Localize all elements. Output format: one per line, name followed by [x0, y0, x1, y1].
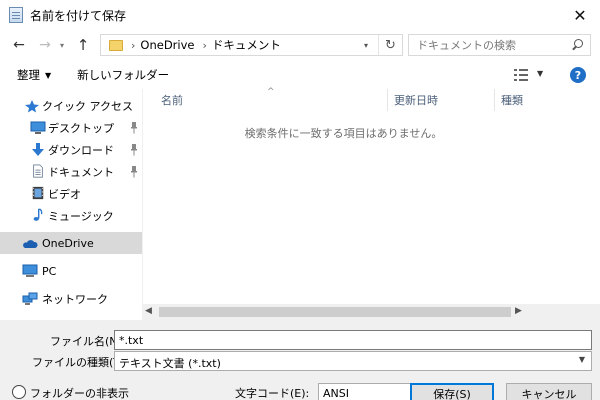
- breadcrumb-separator-icon[interactable]: ›: [131, 39, 135, 52]
- column-header-type[interactable]: 種類: [501, 89, 523, 111]
- sort-ascending-icon: ^: [267, 87, 275, 97]
- filetype-select[interactable]: テキスト文書 (*.txt) ▼: [114, 351, 592, 371]
- scrollbar-thumb[interactable]: [159, 307, 511, 317]
- column-header-modified[interactable]: 更新日時: [394, 89, 438, 111]
- title-bar: 名前を付けて保存 ✕: [0, 0, 600, 30]
- breadcrumb-onedrive[interactable]: OneDrive: [140, 38, 194, 52]
- up-icon[interactable]: ↑: [72, 34, 94, 56]
- organize-button[interactable]: 整理 ▼: [17, 67, 51, 83]
- save-button[interactable]: 保存(S): [410, 383, 494, 400]
- scroll-right-icon[interactable]: ▶: [515, 306, 522, 316]
- notepad-icon: [9, 7, 23, 23]
- chevron-down-icon: ▼: [578, 355, 585, 364]
- sidebar-item-quick-access[interactable]: クイック アクセス: [0, 95, 142, 117]
- chevron-down-icon[interactable]: ▼: [537, 69, 543, 78]
- search-icon[interactable]: [570, 38, 584, 52]
- sidebar-item-label: OneDrive: [42, 236, 94, 250]
- breadcrumb-separator-icon[interactable]: ›: [202, 39, 206, 52]
- encoding-label: 文字コード(E):: [235, 387, 310, 400]
- navigation-pane: クイック アクセス デスクトップ ダウンロード ドキュメント ビデオ ミュージッ…: [0, 89, 142, 320]
- pin-icon[interactable]: [130, 144, 138, 156]
- horizontal-scrollbar[interactable]: ◀ ▶: [143, 304, 600, 320]
- search-placeholder: ドキュメントの検索: [417, 39, 516, 52]
- column-separator[interactable]: [494, 89, 495, 111]
- close-button[interactable]: ✕: [560, 0, 600, 30]
- sidebar-item-documents[interactable]: ドキュメント: [0, 161, 142, 183]
- filename-input[interactable]: [114, 330, 592, 350]
- document-icon: [33, 164, 43, 178]
- sidebar-item-label: ビデオ: [48, 188, 81, 201]
- video-icon: [32, 186, 44, 200]
- navigation-bar: ← → ▾ ↑ › OneDrive › ドキュメント ▾ ↻ ドキュメントの検…: [0, 30, 600, 60]
- encoding-value: ANSI: [323, 387, 349, 400]
- sidebar-item-label: クイック アクセス: [42, 100, 133, 113]
- chevron-down-icon: ▼: [45, 70, 52, 80]
- empty-message: 検索条件に一致する項目はありません。: [244, 127, 443, 140]
- sidebar-item-label: ダウンロード: [48, 144, 114, 157]
- file-list: ^ 名前 更新日時 種類 検索条件に一致する項目はありません。: [143, 87, 600, 320]
- sidebar-item-label: ネットワーク: [42, 293, 108, 306]
- address-bar[interactable]: › OneDrive › ドキュメント ▾ ↻: [100, 34, 403, 56]
- recent-locations-icon[interactable]: ▾: [56, 34, 68, 56]
- sidebar-item-videos[interactable]: ビデオ: [0, 183, 142, 205]
- command-toolbar: 整理 ▼ 新しいフォルダー ▼ ?: [0, 62, 600, 88]
- cloud-icon: [23, 240, 38, 248]
- sidebar-item-network[interactable]: ネットワーク: [0, 288, 142, 310]
- new-folder-button[interactable]: 新しいフォルダー: [77, 67, 169, 83]
- action-row: フォルダーの非表示 文字コード(E): ANSI 保存(S) キャンセル: [0, 378, 600, 400]
- address-dropdown-icon[interactable]: ▾: [358, 35, 374, 55]
- download-icon: [32, 143, 44, 156]
- desktop-icon: [30, 121, 46, 134]
- window-title: 名前を付けて保存: [30, 8, 127, 23]
- hide-folders-toggle-icon[interactable]: [12, 385, 26, 399]
- view-options-icon[interactable]: [514, 69, 528, 81]
- sidebar-item-pc[interactable]: PC: [0, 260, 142, 282]
- music-icon: [33, 208, 43, 221]
- hide-folders-label[interactable]: フォルダーの非表示: [30, 385, 129, 400]
- sidebar-item-label: ドキュメント: [48, 166, 114, 179]
- star-icon: [25, 100, 39, 113]
- sidebar-item-downloads[interactable]: ダウンロード: [0, 139, 142, 161]
- column-header-name[interactable]: 名前: [161, 89, 183, 111]
- sidebar-item-onedrive[interactable]: OneDrive: [0, 232, 142, 254]
- column-separator[interactable]: [387, 89, 388, 111]
- sidebar-item-label: デスクトップ: [48, 122, 114, 135]
- help-icon[interactable]: ?: [570, 67, 586, 83]
- filetype-value: テキスト文書 (*.txt): [119, 357, 221, 370]
- organize-label: 整理: [17, 68, 40, 82]
- cancel-button[interactable]: キャンセル: [506, 383, 592, 400]
- forward-icon[interactable]: →: [34, 34, 56, 56]
- sidebar-item-label: PC: [42, 264, 57, 278]
- pin-icon[interactable]: [130, 166, 138, 178]
- computer-icon: [22, 264, 38, 277]
- breadcrumb-documents[interactable]: ドキュメント: [212, 37, 281, 53]
- network-icon: [22, 292, 38, 305]
- sidebar-item-music[interactable]: ミュージック: [0, 205, 142, 227]
- search-input[interactable]: ドキュメントの検索: [408, 34, 591, 56]
- save-form: ファイル名(N): ファイルの種類(T): テキスト文書 (*.txt) ▼ フ…: [0, 320, 600, 400]
- folder-icon: [109, 39, 123, 51]
- back-icon[interactable]: ←: [8, 34, 30, 56]
- scroll-left-icon[interactable]: ◀: [145, 306, 152, 316]
- sidebar-item-label: ミュージック: [48, 210, 114, 223]
- refresh-icon[interactable]: ↻: [378, 35, 402, 55]
